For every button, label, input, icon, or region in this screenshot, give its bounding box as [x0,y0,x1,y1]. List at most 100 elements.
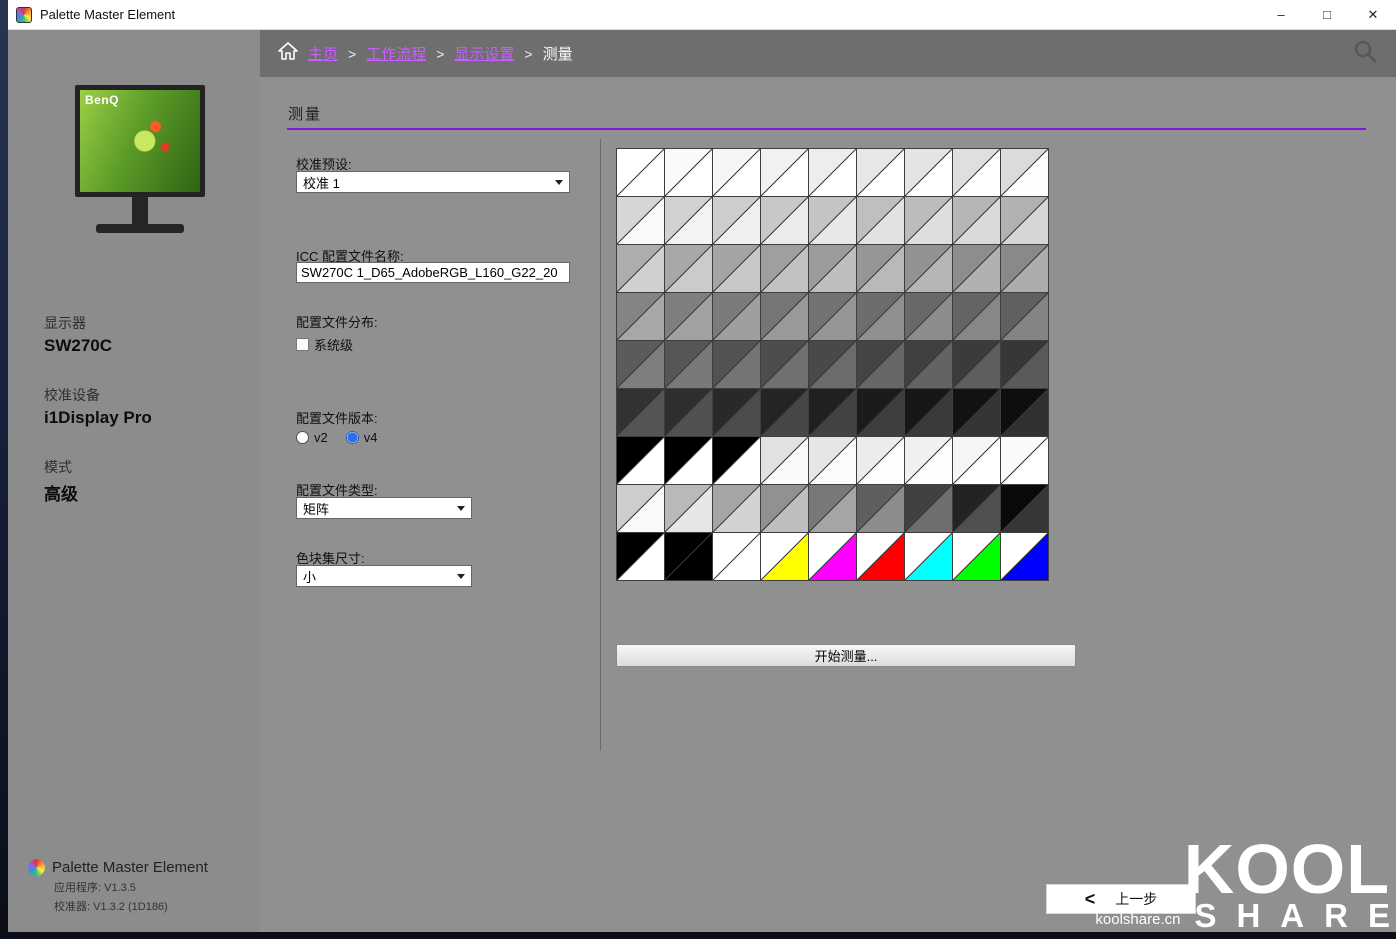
window-title: Palette Master Element [40,7,175,22]
radio-v4-label: v4 [364,430,378,445]
patch-cell [1001,341,1048,388]
patch-cell [665,197,712,244]
patch-cell [617,389,664,436]
profile-distribution-row: 系统级 [296,335,353,354]
monitor-stand-base [96,224,184,233]
profile-type-value: 矩阵 [303,499,329,518]
search-icon[interactable] [1352,38,1378,69]
patch-cell [953,389,1000,436]
app-icon [16,7,32,23]
mode-info: 模式 高级 [44,457,78,505]
patch-cell [953,341,1000,388]
patch-cell [761,533,808,580]
breadcrumb-separator: > [436,46,444,62]
title-bar: Palette Master Element – □ ✕ [8,0,1396,30]
patch-cell [905,533,952,580]
patch-cell [905,149,952,196]
patch-cell [809,389,856,436]
back-button-label: 上一步 [1115,889,1157,909]
patch-cell [617,437,664,484]
patch-cell [857,245,904,292]
patch-cell [713,341,760,388]
patch-cell [857,389,904,436]
start-measure-button[interactable]: 开始测量... [616,644,1076,667]
patch-cell [617,485,664,532]
patch-cell [713,149,760,196]
patch-size-value: 小 [303,567,316,586]
patch-cell [761,245,808,292]
patch-cell [713,197,760,244]
patch-cell [1001,485,1048,532]
back-button[interactable]: < 上一步 [1046,884,1196,914]
calibrator-value: i1Display Pro [44,408,152,428]
patch-size-select[interactable]: 小 [296,565,472,587]
home-icon[interactable] [278,42,298,65]
patch-cell [665,293,712,340]
patch-cell [617,533,664,580]
display-value: SW270C [44,336,112,356]
patch-cell [809,437,856,484]
preset-select[interactable]: 校准 1 [296,171,570,193]
patch-cell [953,197,1000,244]
patch-cell [713,389,760,436]
patch-cell [905,245,952,292]
icc-filename-input[interactable]: SW270C 1_D65_AdobeRGB_L160_G22_20 [296,262,570,283]
radio-v2[interactable] [296,431,309,444]
close-button[interactable]: ✕ [1350,0,1396,29]
monitor-preview: BenQ [75,85,205,233]
patch-cell [857,341,904,388]
chevron-left-icon: < [1085,889,1096,910]
breadcrumb: 主页 > 工作流程 > 显示设置 > 测量 [260,30,1396,77]
page-title: 测量 [288,103,322,124]
preset-select-value: 校准 1 [303,173,340,192]
patch-cell [617,149,664,196]
watermark-subtitle: SHARE [1194,899,1396,932]
patch-cell [617,245,664,292]
patch-cell [1001,245,1048,292]
profile-type-select[interactable]: 矩阵 [296,497,472,519]
breadcrumb-separator: > [348,46,356,62]
patch-cell [1001,293,1048,340]
patch-cell [1001,197,1048,244]
patch-cell [905,485,952,532]
patch-cell [713,437,760,484]
patch-cell [809,341,856,388]
breadcrumb-home[interactable]: 主页 [308,43,338,64]
patch-cell [761,149,808,196]
sidebar-footer: Palette Master Element 应用程序: V1.3.5 校准器:… [28,859,208,914]
patch-cell [761,437,808,484]
minimize-button[interactable]: – [1258,0,1304,29]
profile-version-row: v2 v4 [296,430,377,445]
patch-cell [953,485,1000,532]
patch-cell [905,437,952,484]
patch-cell [809,293,856,340]
patch-grid [616,148,1049,581]
maximize-button[interactable]: □ [1304,0,1350,29]
patch-cell [761,341,808,388]
breadcrumb-display-settings[interactable]: 显示设置 [454,43,514,64]
content-divider [600,139,601,751]
monitor-brand-label: BenQ [85,93,119,107]
system-level-checkbox[interactable] [296,338,309,351]
patch-cell [713,293,760,340]
patch-cell [617,197,664,244]
display-info: 显示器 SW270C [44,313,112,356]
patch-cell [1001,533,1048,580]
title-divider [287,128,1366,130]
patch-cell [809,485,856,532]
monitor-screen: BenQ [75,85,205,197]
patch-cell [761,293,808,340]
radio-v2-label: v2 [314,430,328,445]
patch-cell [857,293,904,340]
patch-cell [761,485,808,532]
calibrator-info: 校准设备 i1Display Pro [44,385,152,428]
radio-v4[interactable] [346,431,359,444]
patch-cell [713,245,760,292]
window-controls: – □ ✕ [1258,0,1396,29]
patch-cell [761,389,808,436]
patch-cell [665,437,712,484]
main-area: 主页 > 工作流程 > 显示设置 > 测量 测量 校准预设: 校准 1 [260,30,1396,932]
breadcrumb-workflow[interactable]: 工作流程 [366,43,426,64]
patch-cell [617,293,664,340]
measure-page: 测量 校准预设: 校准 1 ICC 配置文件名称: SW270C 1_D65_A… [260,77,1396,932]
